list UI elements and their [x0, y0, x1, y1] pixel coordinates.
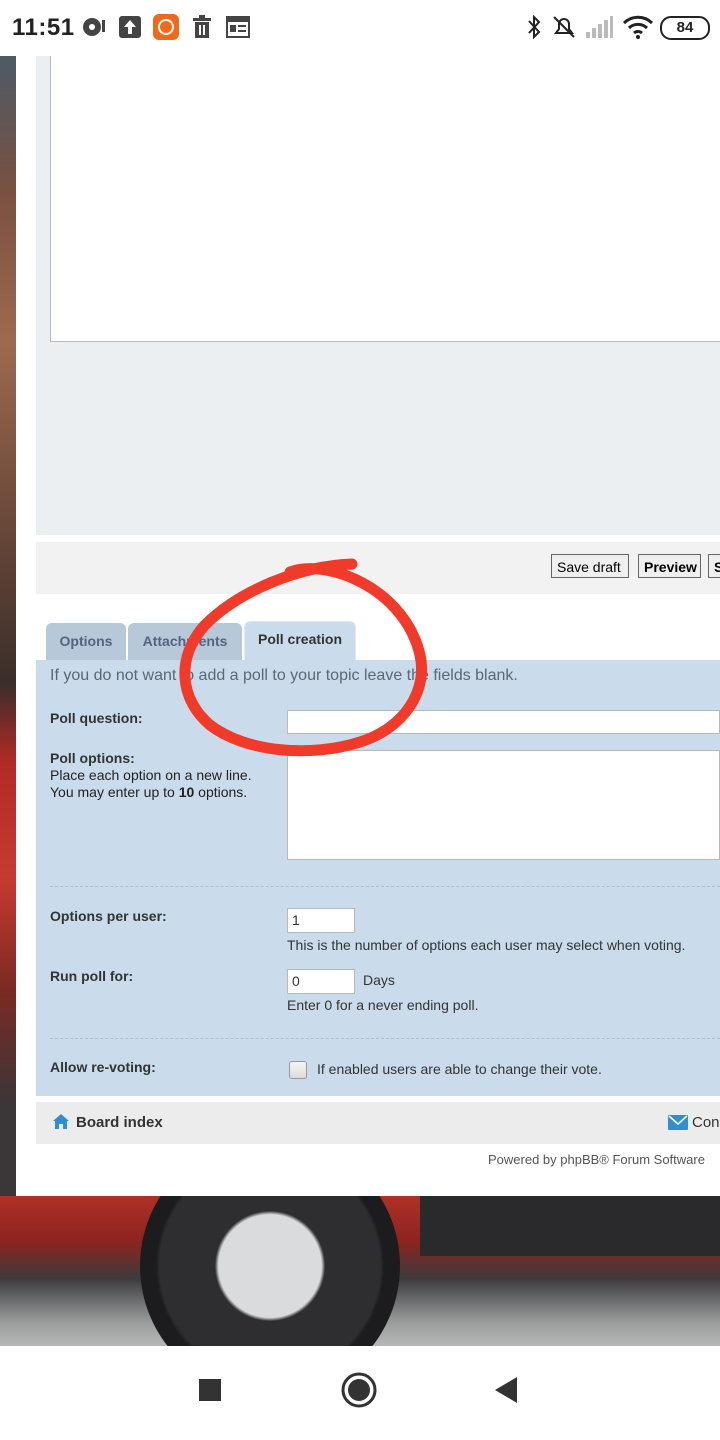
message-textarea[interactable] [50, 56, 720, 342]
contact-label: Con [692, 1114, 720, 1131]
run-poll-for-note: Enter 0 for a never ending poll. [287, 997, 479, 1013]
poll-intro-text: If you do not want to add a poll to your… [50, 667, 518, 684]
poll-question-input[interactable] [287, 710, 720, 734]
allow-revoting-checkbox[interactable] [289, 1061, 307, 1079]
run-poll-for-input[interactable]: 0 [287, 969, 355, 994]
car-body [420, 1196, 720, 1256]
poll-creation-panel: If you do not want to add a poll to your… [36, 660, 720, 1096]
poll-question-label: Poll question: [50, 710, 143, 726]
poll-options-textarea[interactable] [287, 750, 720, 860]
tab-options[interactable]: Options [46, 623, 126, 660]
poll-options-hint: Place each option on a new line. [50, 767, 252, 783]
battery-indicator: 84 [660, 16, 710, 40]
options-per-user-input[interactable]: 1 [287, 908, 355, 933]
message-editor-panel [36, 56, 720, 535]
poll-options-limit-prefix: You may enter up to [50, 784, 179, 800]
preview-button[interactable]: Preview [638, 554, 701, 578]
upload-notification-icon [119, 16, 141, 38]
signal-strength-icon [586, 16, 613, 38]
home-circle-icon[interactable] [337, 1368, 381, 1412]
tab-poll-creation[interactable]: Poll creation [244, 621, 356, 661]
run-poll-for-unit: Days [363, 972, 395, 988]
back-triangle-icon[interactable] [484, 1368, 528, 1412]
section-divider [50, 1038, 720, 1039]
calendar-notification-icon [226, 16, 250, 38]
editor-tabs: Options Attachments Poll creation [36, 621, 720, 661]
board-index-link[interactable]: Board index [53, 1114, 163, 1131]
trash-notification-icon [193, 15, 211, 38]
status-time: 11:51 [12, 14, 75, 41]
options-per-user-label: Options per user: [50, 908, 167, 924]
powered-by-text: Powered by phpBB® Forum Software [488, 1152, 705, 1167]
allow-revoting-label: Allow re-voting: [50, 1059, 156, 1075]
status-bar: 11:51 84 [0, 0, 720, 56]
poll-options-limit: You may enter up to 10 options. [50, 784, 247, 801]
bluetooth-icon [528, 14, 541, 40]
android-navigation-bar [0, 1346, 720, 1440]
contact-link[interactable]: Con [668, 1114, 720, 1131]
board-index-label: Board index [76, 1114, 163, 1131]
background-photo-left-edge [0, 56, 16, 1196]
submit-button[interactable]: S [708, 554, 720, 578]
mi-app-notification-icon [153, 14, 179, 40]
envelope-icon [668, 1115, 688, 1130]
silent-bell-icon [553, 16, 575, 38]
footer-navbar: Board index Con [36, 1102, 720, 1144]
poll-options-limit-number: 10 [178, 784, 195, 800]
car-wheel [140, 1196, 400, 1346]
wifi-icon [622, 15, 654, 39]
run-poll-for-label: Run poll for: [50, 968, 134, 984]
options-per-user-note: This is the number of options each user … [287, 937, 686, 953]
allow-revoting-note: If enabled users are able to change thei… [317, 1061, 602, 1077]
background-photo-car [0, 1196, 720, 1346]
section-divider [50, 886, 720, 887]
poll-options-label: Poll options: [50, 750, 135, 766]
recents-square-icon[interactable] [188, 1368, 232, 1412]
home-icon [53, 1114, 69, 1129]
forum-page-card: Save draft Preview S Options Attachments… [16, 56, 720, 1196]
poll-options-limit-suffix: options. [194, 784, 248, 800]
tab-attachments[interactable]: Attachments [128, 623, 242, 660]
save-draft-button[interactable]: Save draft [551, 554, 629, 578]
submit-buttons-bar: Save draft Preview S [36, 542, 720, 594]
sync-notification-icon [83, 18, 105, 36]
